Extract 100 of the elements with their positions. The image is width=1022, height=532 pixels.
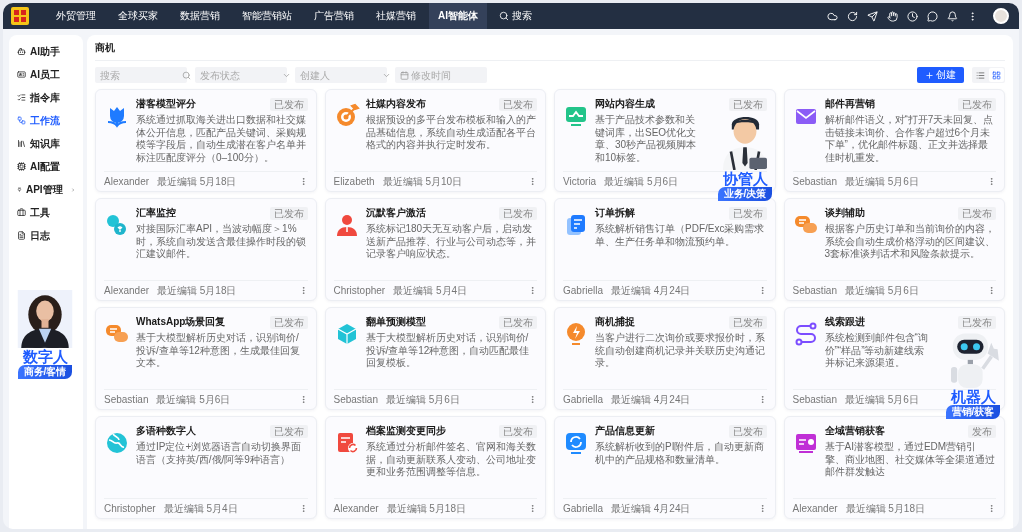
workflow-card[interactable]: 全域营销获客 发布 基于AI潜客模型，通过EDM营销引擎、商业地图、社交媒体等全渠道通过邮件群发触达 Alexander 最近编辑 5月18日 — [783, 416, 1005, 519]
status-badge: 已发布 — [269, 315, 308, 329]
card-description: 解析邮件语义，对“打开7天未回复、点击链接未询价、合作客户超过6个月未下单”，优化邮件标题、正文并选择最佳时机重发。 — [824, 114, 995, 165]
date-field[interactable]: 修改时间 — [395, 67, 487, 83]
hand-icon[interactable] — [887, 10, 898, 22]
more-icon[interactable] — [987, 504, 996, 513]
refresh-screen-icon — [563, 430, 589, 456]
sidebar-item[interactable]: 日志 — [9, 225, 83, 246]
sidebar-item[interactable]: AI配置 — [9, 156, 83, 177]
card-description: 对接国际汇率API，当波动幅度＞1%时，系统自动发送含最佳操作时段的锁汇建议邮件。 — [136, 223, 307, 262]
card-description: 系统检测到邮件包含“询价”“样品”等动新建线索并标记来源渠道。 — [824, 332, 929, 371]
sidebar-item[interactable]: API管理 — [9, 179, 83, 200]
edit-time: 最近编辑 5月6日 — [386, 392, 460, 407]
author-name: Gabriella — [563, 394, 604, 405]
workflow-card[interactable]: 社媒内容发布 已发布 根据预设的多平台发布模板和输入的产品基础信息，系统自动生成适配各平台格式的内容并执行定时发布。 Elizabeth 最近编辑 5月10日 — [324, 89, 546, 192]
books-icon — [17, 139, 26, 148]
nav-tab[interactable]: 全球买家 — [109, 3, 167, 29]
author-name: Christopher — [104, 503, 156, 514]
edit-time: 最近编辑 5月6日 — [156, 392, 231, 407]
more-icon[interactable] — [987, 286, 996, 295]
card-description: 系统通过抓取海关进出口数据和社交媒体公开信息，匹配产品关键词、采购规模等字段后，自动生成潜在客户名单并标注匹配度评分（0–100分）。 — [136, 114, 307, 165]
workflow-card[interactable]: 多语种数字人 已发布 通过IP定位+浏览器语言自动切换界面语言（支持英/西/俄/阿等9种语言） Christopher 最近编辑 5月4日 — [95, 416, 317, 519]
workflow-card[interactable]: 潜客模型评分 已发布 系统通过抓取海关进出口数据和社交媒体公开信息，匹配产品关键词、采购规模等字段后，自动生成潜在客户名单并标注匹配度评分（0–100分）。 Alexander 最近编辑 5月18日 — [95, 89, 317, 192]
status-badge: 已发布 — [728, 97, 767, 111]
nav-tab[interactable]: 智能营销站 — [233, 3, 301, 29]
card-title: 线索跟进 — [824, 315, 865, 329]
workflow-card[interactable]: 翻单预测模型 已发布 基于大模型解析历史对话，识别询价/投诉/查单等12种意图，自动匹配最佳回复模板。 Sebastian 最近编辑 5月6日 — [324, 307, 546, 410]
workflow-card[interactable]: 订单拆解 已发布 系统解析销售订单（PDF/Exc采购需求单、生产任务单和物流预约单。 Gabriella 最近编辑 4月24日 — [554, 198, 776, 301]
nav-tab[interactable]: 数据营销 — [171, 3, 229, 29]
refresh-icon[interactable] — [847, 10, 858, 22]
grid-view-button[interactable] — [989, 68, 1004, 82]
more-icon[interactable] — [987, 177, 996, 186]
workflow-card[interactable]: 汇率监控 已发布 对接国际汇率API，当波动幅度＞1%时，系统自动发送含最佳操作时段的锁汇建议邮件。 Alexander 最近编辑 5月18日 — [95, 198, 317, 301]
card-description: 基于AI潜客模型，通过EDM营销引擎、商业地图、社交媒体等全渠道通过邮件群发触达 — [824, 441, 996, 480]
workflow-card[interactable]: 沉默客户激活 已发布 系统标记180天无互动客户后，启动发送新产品推荐、行业与公司动态等，并记录客户响应状态。 Christopher 最近编辑 5月4日 — [324, 198, 546, 301]
avatar[interactable] — [993, 8, 1009, 24]
chat-icon[interactable] — [927, 10, 938, 22]
sidebar-item[interactable]: 指令库 — [9, 87, 83, 108]
author-name: Alexander — [104, 176, 150, 187]
edit-time: 最近编辑 4月24日 — [611, 501, 691, 516]
workflow-card[interactable]: 档案监测变更同步 已发布 系统通过分析邮件签名、官网和海关数据，自动更新联系人变动、公司地址变更和业务范围调整等信息。 Alexander 最近编辑 5月18日 — [324, 416, 546, 519]
sidebar-item[interactable]: 知识库 — [9, 133, 83, 154]
edit-time: 最近编辑 5月18日 — [157, 283, 237, 298]
workflow-card[interactable]: 邮件再营销 已发布 解析邮件语义，对“打开7天未回复、点击链接未询价、合作客户超过6个月未下单”，优化邮件标题、正文并选择最佳时机重发。 Sebastian 最近编辑 5月6日 — [783, 89, 1005, 192]
card-title: 档案监测变更同步 — [365, 424, 446, 438]
author-name: Gabriella — [563, 285, 604, 296]
more-icon[interactable] — [528, 177, 537, 186]
sidebar-item[interactable]: 工作流 — [9, 110, 83, 131]
edit-time: 最近编辑 5月18日 — [845, 501, 925, 516]
sidebar-item[interactable]: AI助手 — [9, 41, 83, 62]
card-description: 系统解析销售订单（PDF/Exc采购需求单、生产任务单和物流预约单。 — [595, 223, 766, 249]
card-title: 汇率监控 — [136, 206, 176, 220]
card-title: WhatsApp场景回复 — [136, 315, 226, 329]
nav-tab[interactable]: 广告营销 — [305, 3, 363, 29]
workflow-card[interactable]: WhatsApp场景回复 已发布 基于大模型解析历史对话，识别询价/投诉/查单等12种意图，生成最佳回复文本。 Sebastian 最近编辑 5月6日 — [95, 307, 317, 410]
edit-time: 最近编辑 5月18日 — [386, 501, 466, 516]
status-badge: 已发布 — [958, 315, 996, 329]
status-badge: 已发布 — [958, 97, 996, 111]
role-tag: 商务/客情 — [17, 365, 73, 379]
workflow-card[interactable]: 产品信息更新 已发布 系统解析收到的PI附件后，自动更新商机中的产品规格和数量清单。 Gabriella 最近编辑 4月24日 — [554, 416, 776, 519]
search-field[interactable]: 搜索 — [95, 67, 187, 83]
search-link[interactable]: 搜索 — [491, 9, 540, 23]
nav-tab[interactable]: AI智能体 — [429, 3, 487, 29]
status-badge: 已发布 — [499, 424, 537, 438]
card-description: 系统解析收到的PI附件后，自动更新商机中的产品规格和数量清单。 — [595, 441, 766, 467]
card-title: 邮件再营销 — [824, 97, 875, 111]
send-icon[interactable] — [867, 10, 878, 22]
more-icon[interactable] — [528, 395, 537, 404]
status-badge: 已发布 — [269, 424, 308, 438]
workflow-card[interactable]: 商机捕捉 已发布 当客户进行二次询价或要求报价时，系统自动创建商机记录并关联历史沟通记录。 Gabriella 最近编辑 4月24日 — [554, 307, 776, 410]
card-description: 基于大模型解析历史对话，识别询价/投诉/查单等12种意图，生成最佳回复文本。 — [136, 332, 301, 371]
card-description: 根据客户历史订单和当前询价的内容，系统会自动生成价格浮动的区间建议、3套标准谈判话术和风险条款提示。 — [824, 223, 996, 262]
author-name: Sebastian — [104, 394, 149, 405]
create-button[interactable]: 创建 — [917, 67, 964, 83]
more-icon[interactable] — [528, 504, 537, 513]
author-name: Sebastian — [792, 285, 837, 296]
status-badge: 发布 — [968, 424, 996, 438]
nav-tab[interactable]: 外贸管理 — [47, 3, 105, 29]
workflow-card[interactable]: 谈判辅助 已发布 根据客户历史订单和当前询价的内容，系统会自动生成价格浮动的区间建议、3套标准谈判话术和风险条款提示。 Sebastian 最近编辑 5月6日 — [783, 198, 1005, 301]
more-icon[interactable] — [528, 286, 537, 295]
plus-icon — [925, 70, 934, 80]
bell-icon[interactable] — [947, 10, 958, 22]
status-badge: 已发布 — [958, 206, 996, 220]
sidebar-item[interactable]: AI员工 — [9, 64, 83, 85]
select-field[interactable]: 创建人 — [295, 67, 387, 83]
edit-time: 最近编辑 5月10日 — [382, 174, 463, 189]
select-field[interactable]: 发布状态 — [195, 67, 287, 83]
author-name: Alexander — [333, 503, 379, 514]
author-name: Sebastian — [792, 394, 837, 405]
logo-icon[interactable] — [11, 7, 29, 25]
status-badge: 已发布 — [499, 97, 537, 111]
card-description: 基于产品技术参数和关键词库，出SEO优化文章、30秒产品视频脚本和10标签。 — [595, 114, 698, 165]
edit-time: 最近编辑 5月4日 — [163, 501, 238, 516]
sidebar-item[interactable]: 工具 — [9, 202, 83, 223]
edit-time: 最近编辑 5月6日 — [845, 283, 919, 298]
cloud-icon[interactable] — [827, 10, 838, 22]
card-title: 社媒内容发布 — [365, 97, 426, 111]
clock-icon[interactable] — [907, 10, 918, 22]
nav-tab[interactable]: 社媒营销 — [367, 3, 425, 29]
author-name: Sebastian — [792, 176, 837, 187]
